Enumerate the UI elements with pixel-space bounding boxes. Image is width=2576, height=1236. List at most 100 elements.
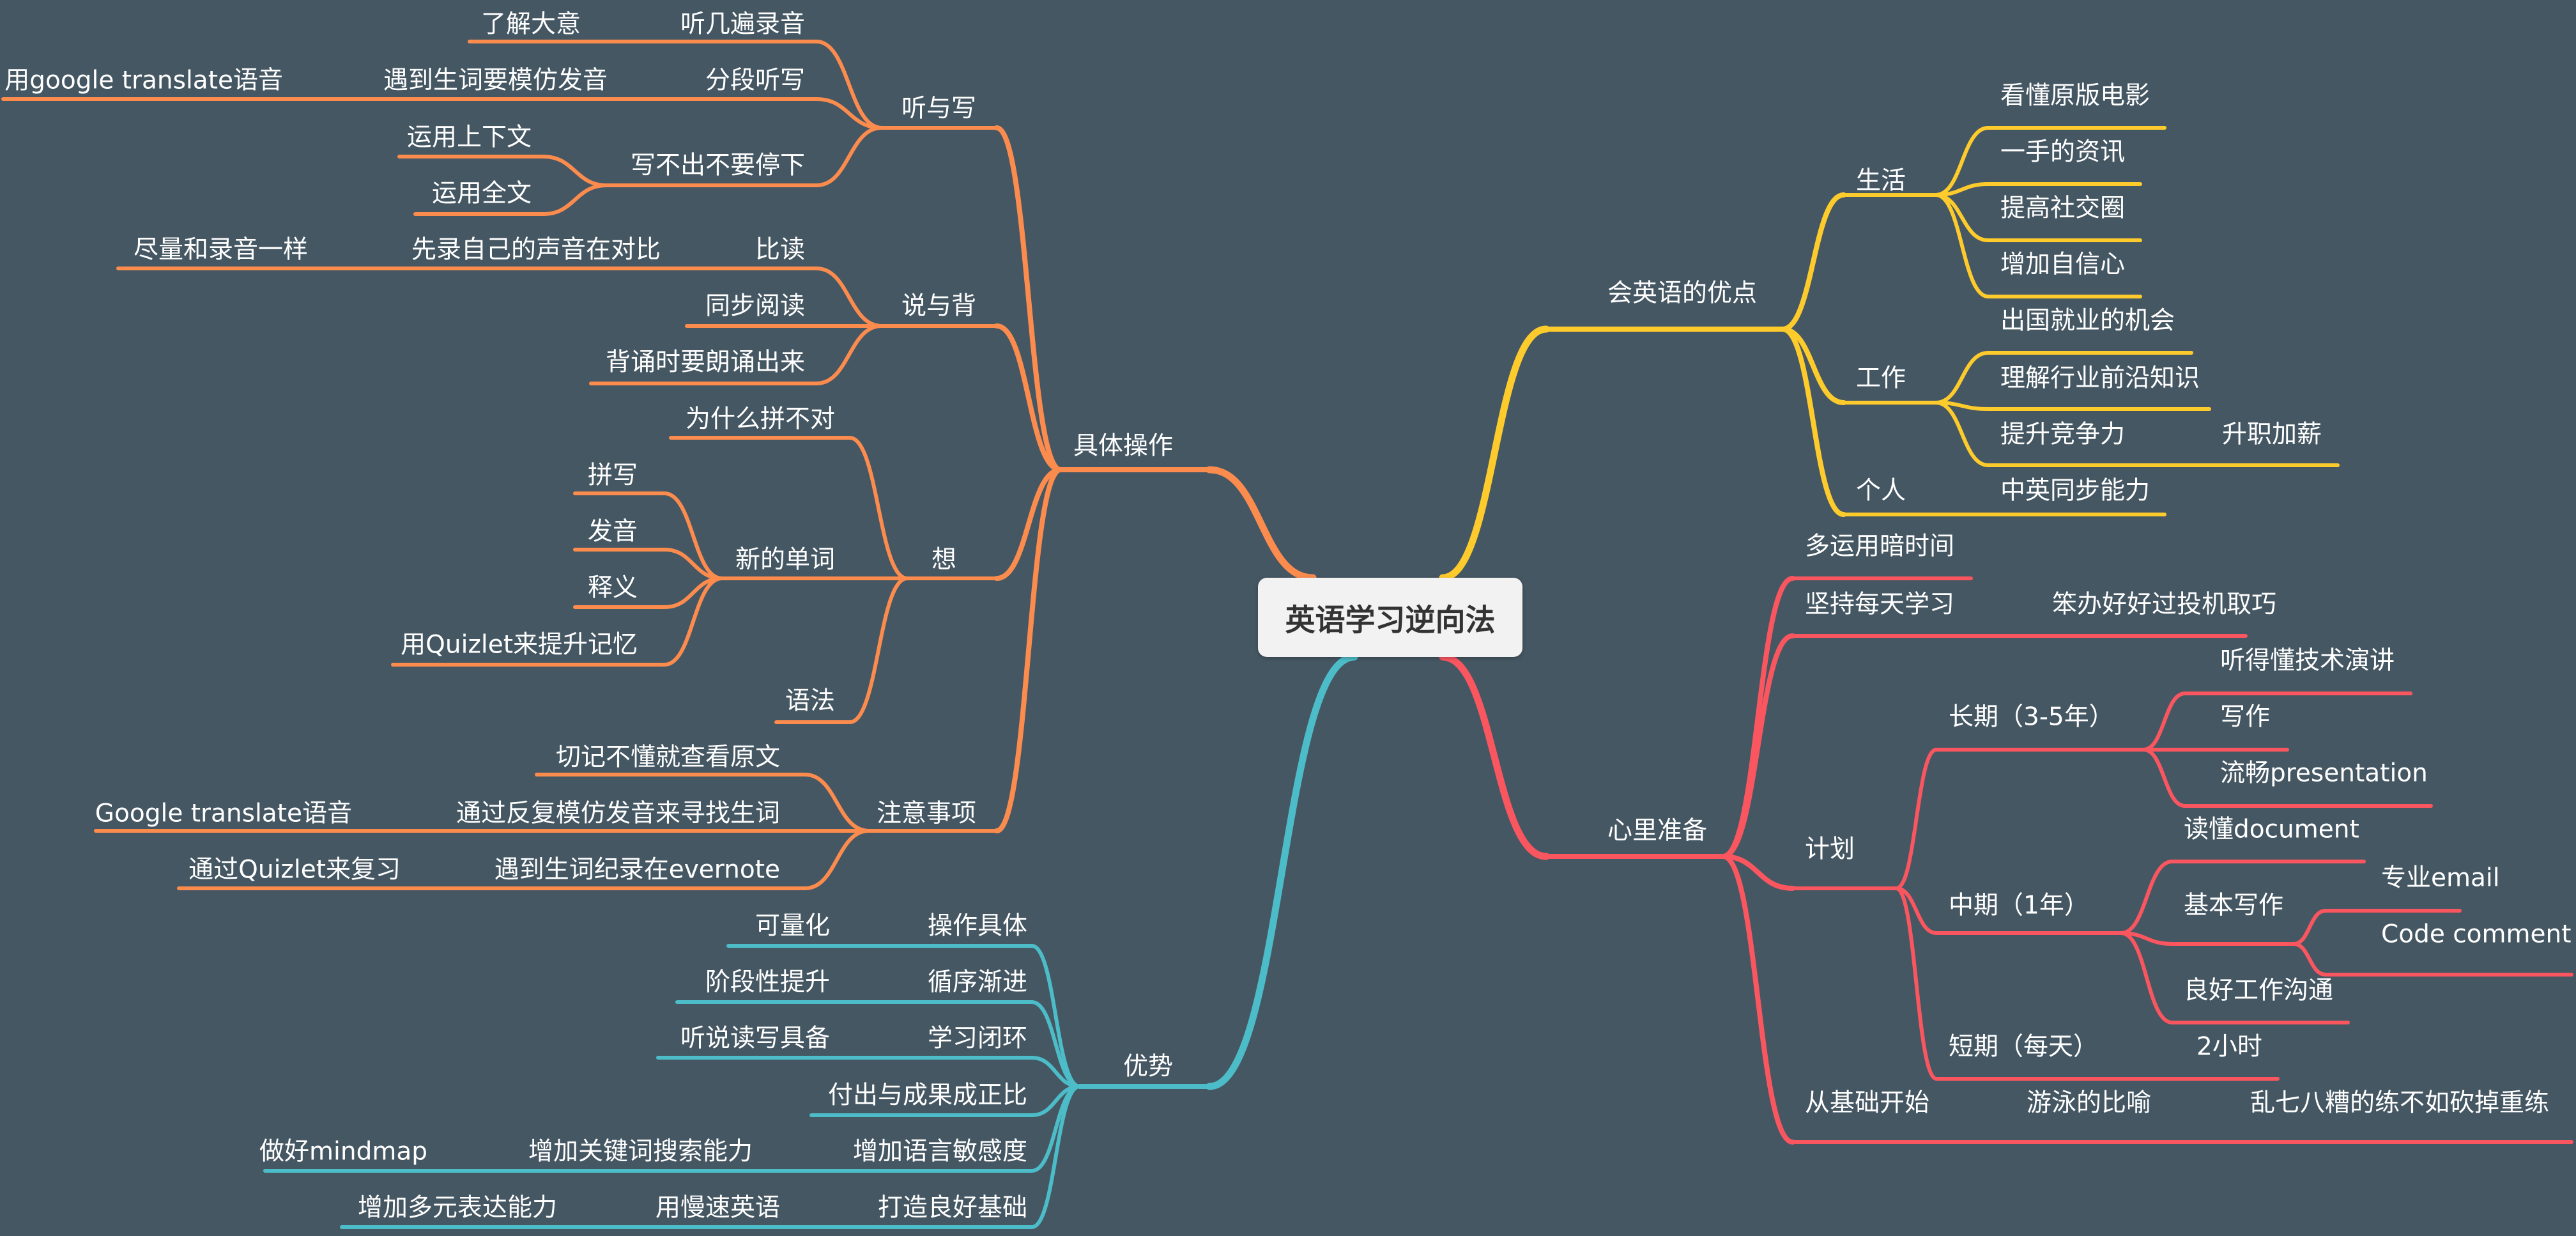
topic-read-aloud[interactable]: 背诵时要朗诵出来 <box>606 350 805 375</box>
topic-basic-writing[interactable]: 基本写作 <box>2184 893 2283 918</box>
topic-bilingual[interactable]: 中英同步能力 <box>2000 479 2150 504</box>
connector-curve <box>803 829 871 890</box>
connector-curve <box>1721 854 1795 1145</box>
topic-language-sensitivity[interactable]: 增加语言敏感度 <box>853 1139 1027 1164</box>
connector-root-mindset <box>1439 653 1550 860</box>
connector-curve <box>848 576 909 724</box>
topic-two-hours[interactable]: 2小时 <box>2196 1035 2262 1060</box>
topic-work[interactable]: 工作 <box>1856 366 1906 391</box>
topic-life[interactable]: 生活 <box>1856 169 1906 194</box>
topic-four-skills[interactable]: 听说读写具备 <box>680 1026 830 1051</box>
connector-curve <box>1934 401 1990 467</box>
topic-swim-metaphor[interactable]: 游泳的比喻 <box>2027 1091 2151 1116</box>
topic-repeat-imitate[interactable]: 通过反复模仿发音来寻找生词 <box>456 801 780 826</box>
topic-long-term[interactable]: 长期（3-5年） <box>1949 705 2114 730</box>
topic-confidence[interactable]: 增加自信心 <box>2000 252 2125 277</box>
topic-firsthand-news[interactable]: 一手的资讯 <box>2000 140 2125 165</box>
topic-speak-recite[interactable]: 说与背 <box>901 294 976 319</box>
connector-curve <box>2119 860 2174 935</box>
topic-operations[interactable]: 具体操作 <box>1073 434 1173 459</box>
topic-email[interactable]: 专业email <box>2381 866 2500 891</box>
topic-mimic-new-words[interactable]: 遇到生词要模仿发音 <box>383 68 608 93</box>
topic-mid-term[interactable]: 中期（1年） <box>1949 893 2089 918</box>
topic-use-context[interactable]: 运用上下文 <box>407 125 532 150</box>
topic-no-shortcuts[interactable]: 笨办好好过投机取巧 <box>2052 592 2276 617</box>
topic-concrete-steps[interactable]: 操作具体 <box>928 914 1027 939</box>
connector-curve <box>1721 633 1795 859</box>
topic-new-words[interactable]: 新的单词 <box>735 548 835 573</box>
mind-map-canvas: 英语学习逆向法 会英语的优点 生活 看懂原版电影 一手的资讯 提高社交圈 增加自… <box>0 0 2576 1233</box>
topic-plan[interactable]: 计划 <box>1805 837 1855 862</box>
topic-personal[interactable]: 个人 <box>1856 479 1906 504</box>
topic-overseas-jobs[interactable]: 出国就业的机会 <box>2000 309 2175 334</box>
connector-curve <box>2292 942 2327 977</box>
topic-google-translate[interactable]: Google translate语音 <box>95 801 352 826</box>
connector-curve <box>1030 1085 1082 1229</box>
topic-restart[interactable]: 乱七八糟的练不如砍掉重练 <box>2250 1091 2549 1116</box>
topic-listen-recording[interactable]: 听几遍录音 <box>680 12 805 37</box>
topic-listen-write[interactable]: 听与写 <box>901 97 976 121</box>
topic-notes[interactable]: 注意事项 <box>877 801 976 826</box>
connector-root-advantages <box>1439 325 1550 582</box>
topic-social-circle[interactable]: 提高社交圈 <box>2000 196 2125 221</box>
topic-quantifiable[interactable]: 可量化 <box>755 914 830 939</box>
topic-check-original[interactable]: 切记不懂就查看原文 <box>556 745 780 770</box>
topic-code-comment[interactable]: Code comment <box>2381 922 2572 947</box>
topic-watch-movies[interactable]: 看懂原版电影 <box>2000 84 2150 109</box>
topic-communication[interactable]: 良好工作沟通 <box>2184 978 2333 1003</box>
topic-record-self[interactable]: 先录自己的声音在对比 <box>411 238 661 263</box>
topic-keep-writing[interactable]: 写不出不要停下 <box>631 153 805 178</box>
topic-slow-english[interactable]: 用慢速英语 <box>656 1196 780 1221</box>
topic-daily-study[interactable]: 坚持每天学习 <box>1805 592 1954 617</box>
topic-compare-reading[interactable]: 比读 <box>755 238 805 263</box>
connector-curve <box>1934 193 1990 242</box>
topic-get-gist[interactable]: 了解大意 <box>481 12 581 37</box>
topic-grammar[interactable]: 语法 <box>785 689 835 714</box>
topic-pronunciation[interactable]: 发音 <box>588 520 638 545</box>
topic-spare-time[interactable]: 多运用暗时间 <box>1805 534 1954 559</box>
topic-think[interactable]: 想 <box>931 548 956 573</box>
topic-writing[interactable]: 写作 <box>2220 705 2270 730</box>
connector-curve <box>1721 576 1795 859</box>
topic-why-misspell[interactable]: 为什么拼不对 <box>686 407 835 432</box>
topic-google-translate-voice[interactable]: 用google translate语音 <box>4 68 283 93</box>
topic-effort-reward[interactable]: 付出与成果成正比 <box>828 1083 1027 1108</box>
topic-mindset[interactable]: 心里准备 <box>1607 819 1707 844</box>
topic-stage-progress[interactable]: 阶段性提升 <box>705 970 830 995</box>
topic-match-recording[interactable]: 尽量和录音一样 <box>134 238 308 263</box>
topic-strengths[interactable]: 优势 <box>1123 1054 1173 1079</box>
topic-competitiveness[interactable]: 提升竞争力 <box>2000 422 2125 447</box>
topic-diverse-expression[interactable]: 增加多元表达能力 <box>358 1196 557 1221</box>
topic-gradual[interactable]: 循序渐进 <box>928 970 1027 995</box>
topic-read-docs[interactable]: 读懂document <box>2184 817 2359 842</box>
topic-quizlet-memory[interactable]: 用Quizlet来提升记忆 <box>401 633 638 658</box>
connector-curve <box>2292 909 2327 946</box>
topic-industry-knowledge[interactable]: 理解行业前沿知识 <box>2000 366 2200 391</box>
topic-learning-loop[interactable]: 学习闭环 <box>928 1026 1027 1051</box>
connector-root-operations <box>1206 466 1317 582</box>
connector-curve <box>848 436 909 580</box>
topic-advantages[interactable]: 会英语的优点 <box>1607 281 1757 306</box>
topic-use-full-text[interactable]: 运用全文 <box>432 182 532 206</box>
topic-presentation[interactable]: 流畅presentation <box>2220 761 2428 786</box>
connector-curve <box>1934 351 1990 405</box>
topic-keyword-search[interactable]: 增加关键词搜索能力 <box>528 1139 753 1164</box>
connector-curve <box>1894 748 1938 890</box>
topic-basics[interactable]: 从基础开始 <box>1805 1091 1929 1116</box>
topic-spelling[interactable]: 拼写 <box>588 463 638 488</box>
connector-root-strengths <box>1206 653 1358 1090</box>
topic-sync-reading[interactable]: 同步阅读 <box>705 294 805 319</box>
topic-meaning[interactable]: 释义 <box>588 576 638 601</box>
connector-curve <box>1894 886 1938 1081</box>
topic-quizlet-review[interactable]: 通过Quizlet来复习 <box>188 858 401 883</box>
topic-promotion[interactable]: 升职加薪 <box>2222 422 2322 447</box>
topic-short-term[interactable]: 短期（每天） <box>1949 1035 2098 1060</box>
topic-mindmap[interactable]: 做好mindmap <box>259 1139 427 1164</box>
topic-dictation[interactable]: 分段听写 <box>705 68 805 93</box>
topic-record-evernote[interactable]: 遇到生词纪录在evernote <box>494 858 780 883</box>
connector-curve <box>815 267 884 328</box>
connector-curve <box>815 126 884 187</box>
connector-curve <box>2119 931 2174 1024</box>
topic-tech-talks[interactable]: 听得懂技术演讲 <box>2220 649 2395 674</box>
topic-foundation[interactable]: 打造良好基础 <box>878 1196 1027 1221</box>
